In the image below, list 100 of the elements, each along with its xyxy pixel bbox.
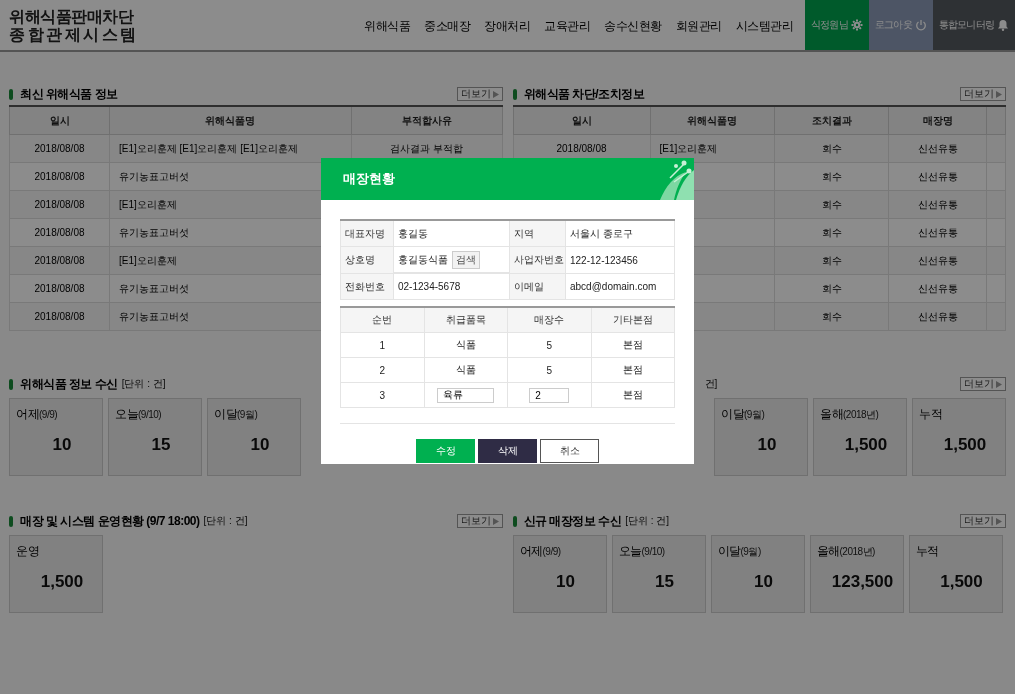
table-cell: 식품 xyxy=(424,357,508,383)
input-field[interactable]: 2 xyxy=(529,387,570,403)
stat-value: 123,500 xyxy=(830,572,895,592)
stat-label: 운영 xyxy=(16,543,40,560)
more-button[interactable]: 더보기 xyxy=(456,87,503,101)
field-value: 122-12-123456 xyxy=(565,246,675,274)
table-cell: 신선유통 xyxy=(888,134,987,163)
cancel-button[interactable]: 취소 xyxy=(540,439,599,463)
nav-tab[interactable]: 회원관리 xyxy=(675,19,722,34)
section-title: 매장 및 시스템 운영현황 (9/7 18:00) xyxy=(20,512,200,530)
table-cell: [E1]오리훈제 [E1]오리훈제 [E1]오리훈제 xyxy=(109,134,351,163)
input-field[interactable]: 육류 xyxy=(437,387,495,403)
bullet-mark xyxy=(512,515,517,527)
logo-text: 종합관제시스템 xyxy=(9,26,140,44)
stat-label: 올해(2018년) xyxy=(820,406,880,423)
bullet-mark xyxy=(512,88,517,100)
field-label: 지역 xyxy=(509,220,566,247)
field-label: 상호명 xyxy=(340,246,394,274)
more-button[interactable]: 더보기 xyxy=(960,377,1006,391)
table-cell: 2018/08/08 xyxy=(9,162,110,191)
field-value: 서울시 종로구 xyxy=(565,220,675,247)
table-cell: 신선유통 xyxy=(888,190,987,219)
nav-tab[interactable]: 위해식품 xyxy=(364,19,410,34)
nav-tab[interactable]: 시스템관리 xyxy=(735,19,793,34)
table-cell: 본점 xyxy=(591,357,675,383)
unit-label: [단위 : 건] xyxy=(625,514,670,528)
delete-button[interactable]: 삭제 xyxy=(478,439,537,463)
table-cell: 회수 xyxy=(774,274,889,303)
table-cell: 신선유통 xyxy=(888,302,987,331)
stat-label: 이달(9월) xyxy=(721,406,766,423)
column-header: 취급품목 xyxy=(424,307,508,333)
table-cell: 1 xyxy=(340,332,424,358)
unit-label: [단위 : 건] xyxy=(203,514,248,528)
search-button[interactable]: 검색 xyxy=(452,250,480,269)
table-cell: 5 xyxy=(507,332,591,358)
table-cell: 2 xyxy=(340,357,424,383)
bell-icon xyxy=(997,19,1010,31)
column-header: 기타본점 xyxy=(591,307,675,333)
table-cell: 회수 xyxy=(774,302,889,331)
table-cell: 2018/08/08 xyxy=(9,218,110,247)
table-cell: 3 xyxy=(340,382,424,408)
column-header: 순번 xyxy=(340,307,424,333)
more-button[interactable]: 더보기 xyxy=(960,514,1006,528)
stat-value: 1,500 xyxy=(843,435,889,455)
nav-tab[interactable]: 교육관리 xyxy=(544,19,590,34)
field-label: 전화번호 xyxy=(340,273,394,300)
table-cell: 회수 xyxy=(774,162,889,191)
power-icon xyxy=(914,19,927,31)
stat-label: 어제(9/9) xyxy=(519,543,562,560)
table-cell: 회수 xyxy=(774,134,889,163)
play-icon xyxy=(996,517,1002,525)
table-cell: 회수 xyxy=(774,190,889,219)
table-cell: 본점 xyxy=(591,332,675,358)
section-title: 최신 위해식품 정보 xyxy=(20,85,118,103)
field-label: 사업자번호 xyxy=(509,246,566,274)
stat-label: 이달(9월) xyxy=(214,406,259,423)
column-header: 매장명 xyxy=(888,106,987,135)
table-cell: 2018/08/08 xyxy=(9,134,110,163)
nav-tab[interactable]: 장애처리 xyxy=(484,19,530,34)
field-value: 홍길동식품 xyxy=(398,252,448,267)
stat-label: 오늘(9/10) xyxy=(618,543,666,560)
stat-label: 어제(9/9) xyxy=(16,406,59,423)
table-cell: 2018/08/08 xyxy=(9,190,110,219)
column-header: 일시 xyxy=(513,106,650,135)
table-cell: 회수 xyxy=(774,218,889,247)
column-header: 매장수 xyxy=(507,307,591,333)
section-title: 신규 매장정보 수신 xyxy=(523,512,622,530)
column-header: 부적합사유 xyxy=(351,106,502,135)
bullet-mark xyxy=(9,515,13,527)
play-icon xyxy=(492,90,499,98)
stat-value: 1,500 xyxy=(939,572,984,592)
section-title: 위해식품 차단/조치정보 xyxy=(523,85,645,103)
table-cell: 신선유통 xyxy=(888,246,987,275)
field-value: abcd@domain.com xyxy=(565,273,675,300)
table-cell: 신선유통 xyxy=(888,162,987,191)
column-header: 위해식품명 xyxy=(650,106,775,135)
nav-tab[interactable]: 송수신현황 xyxy=(604,19,662,34)
table-cell: 신선유통 xyxy=(888,274,987,303)
more-button[interactable]: 더보기 xyxy=(960,87,1006,101)
logo-text: 위해식품판매차단 xyxy=(9,8,135,26)
table-cell: 신선유통 xyxy=(888,218,987,247)
nav-tab[interactable]: 중소매장 xyxy=(424,19,470,34)
gear-icon xyxy=(850,19,863,31)
field-value: 02-1234-5678 xyxy=(393,273,510,300)
more-button[interactable]: 더보기 xyxy=(456,514,503,528)
stat-value: 1,500 xyxy=(39,572,85,592)
monitoring-button[interactable]: 통합모니터링 xyxy=(933,0,1015,50)
stat-label: 오늘(9/10) xyxy=(115,406,163,423)
stat-label: 이달(9월) xyxy=(717,543,762,560)
table-cell: 2018/08/08 xyxy=(9,246,110,275)
column-header: 위해식품명 xyxy=(109,106,351,135)
stat-value: 10 xyxy=(756,435,778,455)
stat-value: 10 xyxy=(753,572,774,592)
play-icon xyxy=(492,517,499,525)
column-header: 조치결과 xyxy=(774,106,889,135)
stat-value: 15 xyxy=(654,572,675,592)
table-cell: 식품 xyxy=(424,332,508,358)
bullet-mark xyxy=(9,378,13,390)
table-cell: 2018/08/08 xyxy=(9,274,110,303)
stat-label: 누적 xyxy=(919,406,943,423)
